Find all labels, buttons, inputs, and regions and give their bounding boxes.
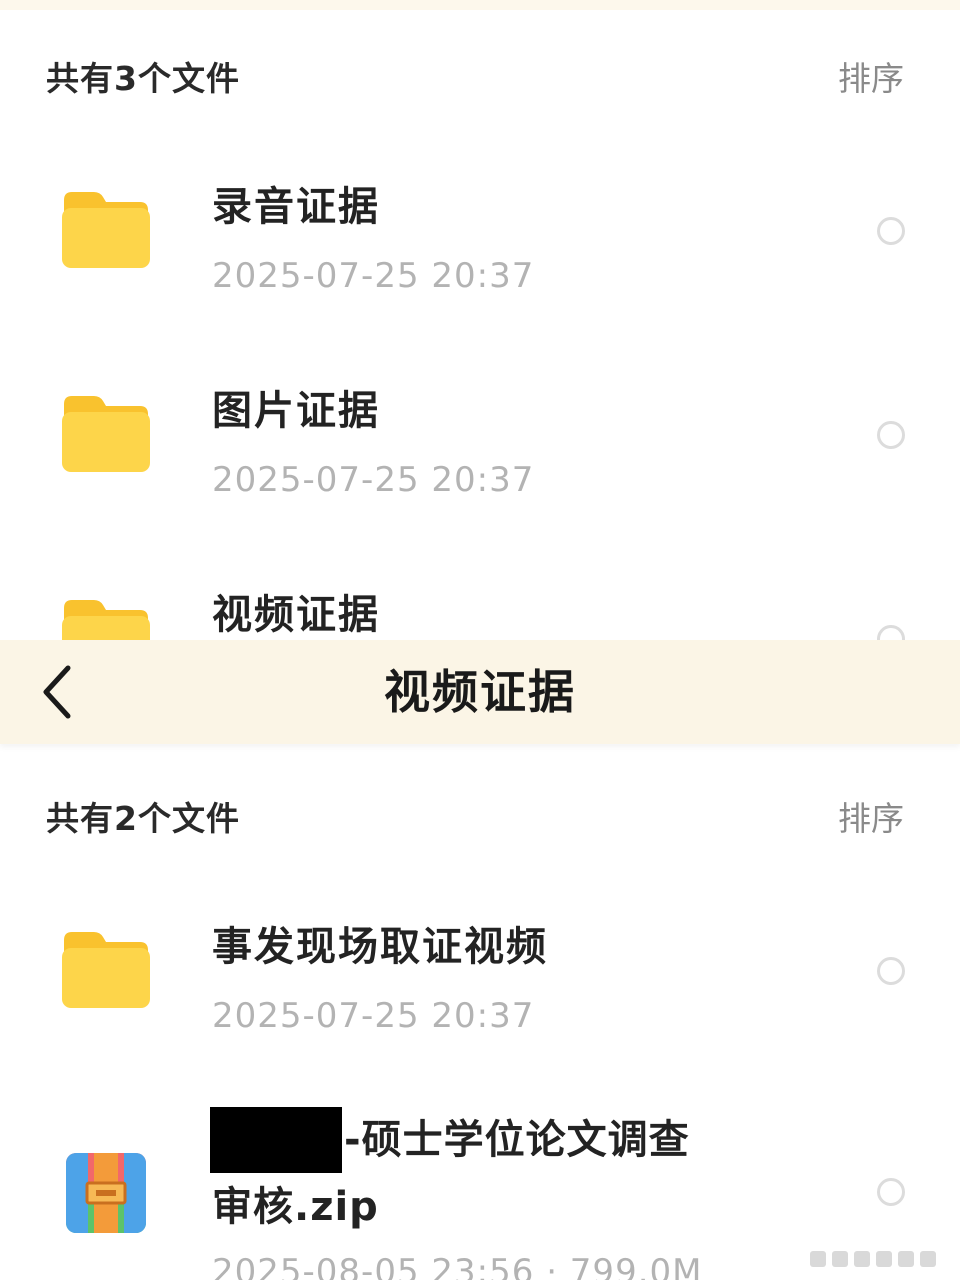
- select-radio[interactable]: [877, 625, 905, 640]
- zip-archive-icon: [66, 1153, 146, 1233]
- file-timestamp: 2025-07-25 20:37: [212, 996, 535, 1036]
- top-strip: [0, 0, 960, 10]
- sort-button[interactable]: 排序: [838, 52, 904, 100]
- file-name: -硕士学位论文调查: [344, 1117, 690, 1163]
- select-radio[interactable]: [877, 217, 905, 245]
- file-timestamp: 2025-07-25 20:37: [212, 460, 535, 500]
- sort-button[interactable]: 排序: [838, 792, 904, 840]
- folder-icon: [62, 932, 150, 1008]
- list-item[interactable]: 录音证据 2025-07-25 20:37: [0, 150, 960, 350]
- header-bar: 视频证据: [0, 640, 960, 744]
- file-meta: 2025-08-05 23:56 · 799.0M: [212, 1252, 703, 1280]
- file-count-row: 共有2个文件 排序: [0, 778, 960, 838]
- folder-icon: [62, 600, 150, 640]
- redaction-block: [210, 1107, 342, 1173]
- select-radio[interactable]: [877, 1178, 905, 1206]
- file-count-label: 共有2个文件: [46, 799, 240, 838]
- list-item[interactable]: 图片证据 2025-07-25 20:37: [0, 354, 960, 554]
- file-name: 视频证据: [212, 592, 380, 638]
- home-indicator-icon: [810, 1251, 936, 1267]
- select-radio[interactable]: [877, 957, 905, 985]
- folder-list-panel: 共有3个文件 排序 录音证据 2025-07-25 20:37 图片证据 202…: [0, 0, 960, 640]
- folder-icon: [62, 396, 150, 472]
- file-count-row: 共有3个文件 排序: [0, 38, 960, 98]
- file-name: 录音证据: [212, 184, 380, 230]
- file-name-continued: 审核.zip: [212, 1184, 379, 1230]
- file-name: 图片证据: [212, 388, 380, 434]
- file-name: 事发现场取证视频: [212, 924, 548, 970]
- folder-detail-panel: 共有2个文件 排序 事发现场取证视频 2025-07-25 20:37 -硕士学…: [0, 640, 960, 1280]
- file-timestamp: 2025-07-25 20:37: [212, 256, 535, 296]
- file-count-label: 共有3个文件: [46, 59, 240, 98]
- folder-icon: [62, 192, 150, 268]
- list-item[interactable]: 事发现场取证视频 2025-07-25 20:37: [0, 890, 960, 1090]
- list-item[interactable]: 视频证据: [0, 558, 960, 640]
- page-title: 视频证据: [384, 665, 576, 719]
- select-radio[interactable]: [877, 421, 905, 449]
